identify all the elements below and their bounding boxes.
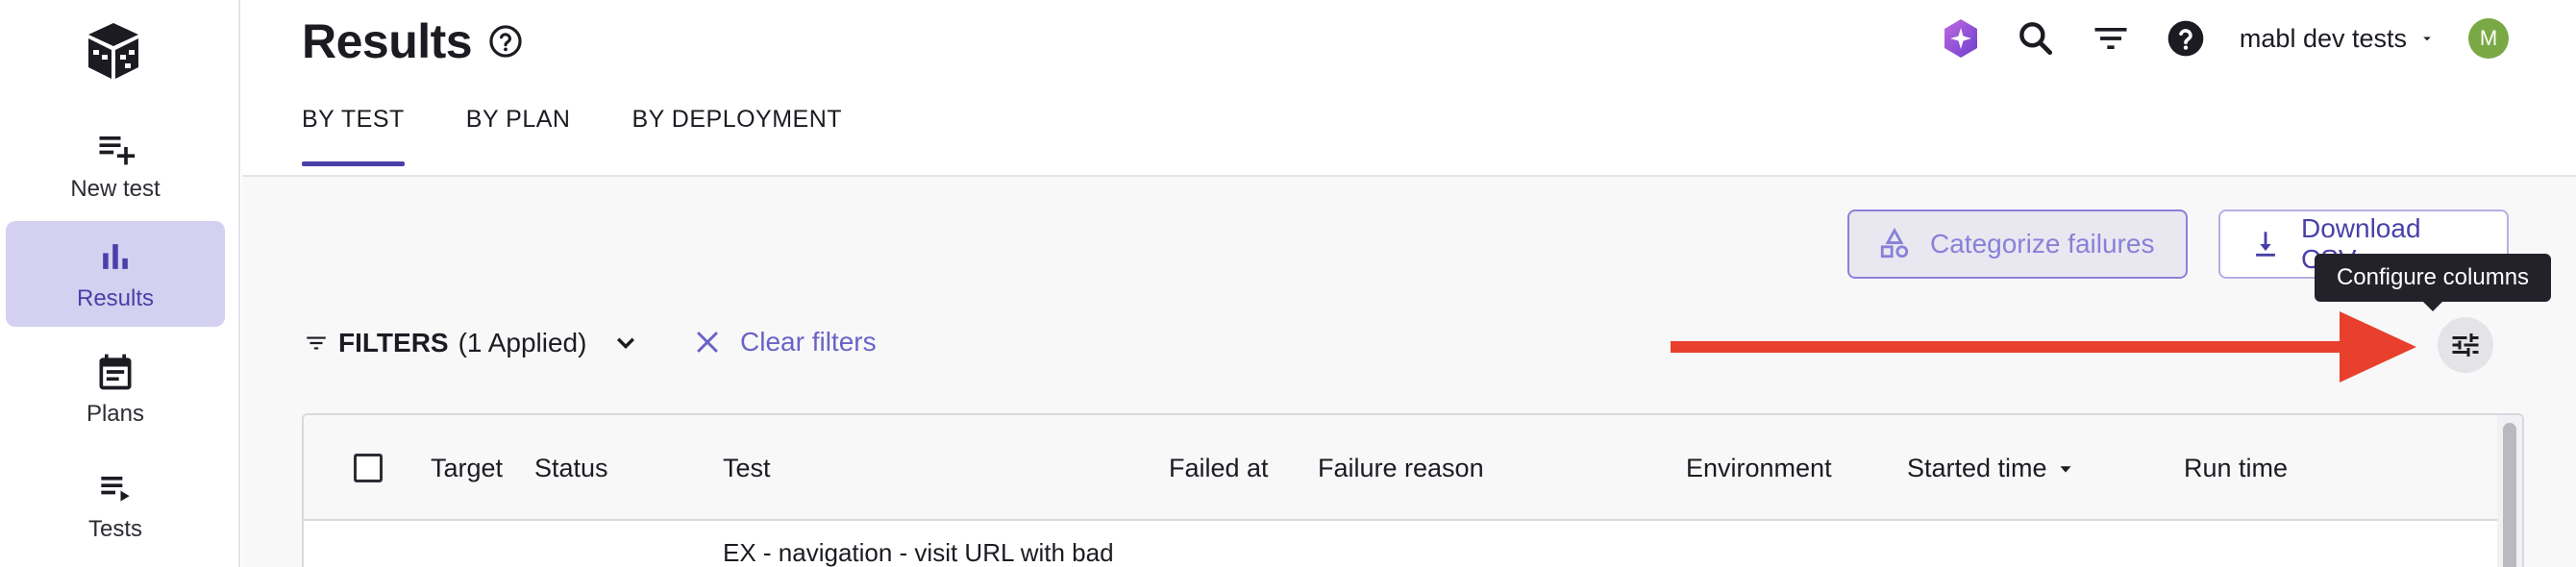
column-header-failed-at[interactable]: Failed at: [1169, 454, 1269, 483]
search-icon[interactable]: [2015, 17, 2057, 60]
filter-list-icon: [307, 336, 326, 350]
sort-arrow-down-icon: [2060, 465, 2071, 473]
filters-applied-count: (1 Applied): [458, 328, 587, 357]
scrollbar-thumb[interactable]: [2503, 423, 2516, 567]
column-header-started-time[interactable]: Started time: [1907, 454, 2076, 483]
select-all-checkbox[interactable]: [354, 454, 383, 482]
table-row-test-name[interactable]: EX - navigation - visit URL with bad: [723, 538, 1114, 567]
avatar[interactable]: M: [2468, 18, 2509, 59]
download-icon: [2256, 232, 2275, 257]
chevron-down-icon: [617, 337, 635, 349]
ai-assistant-icon[interactable]: [1940, 17, 1982, 60]
column-header-target[interactable]: Target: [431, 454, 503, 483]
clear-filters-label: Clear filters: [740, 327, 877, 357]
sidebar-item-label: Plans: [86, 401, 145, 427]
bar-chart-icon: [103, 244, 128, 269]
clear-filters-button[interactable]: Clear filters: [690, 325, 877, 359]
top-right-toolbar: mabl dev tests M: [1940, 13, 2509, 63]
sidebar-item-results[interactable]: Results: [6, 221, 225, 327]
workspace-name: mabl dev tests: [2239, 23, 2407, 53]
sidebar-item-label: New test: [70, 176, 161, 202]
page-title: Results: [302, 14, 473, 68]
arrow-drop-down-icon: [2423, 37, 2431, 41]
configure-columns-tooltip: Configure columns: [2315, 254, 2551, 311]
column-header-environment[interactable]: Environment: [1686, 454, 1832, 483]
column-header-failure-reason[interactable]: Failure reason: [1318, 454, 1484, 483]
results-table: Target Status Test Failed at Failure rea…: [302, 413, 2524, 567]
playlist-add-icon: [99, 136, 136, 165]
column-header-run-time[interactable]: Run time: [2184, 454, 2288, 483]
filter-list-icon[interactable]: [2090, 17, 2132, 60]
calendar-icon: [99, 354, 132, 390]
table-header: Target Status Test Failed at Failure rea…: [304, 415, 2497, 521]
mabl-logo-icon[interactable]: [85, 21, 142, 83]
page-header: Results: [302, 13, 524, 69]
sidebar-item-plans[interactable]: Plans: [6, 336, 225, 442]
help-icon[interactable]: [2165, 17, 2207, 60]
sidebar: New test Results Plans Tests: [0, 0, 240, 567]
workspace-selector[interactable]: mabl dev tests: [2240, 24, 2436, 54]
tune-icon: [2452, 333, 2479, 357]
tab-by-deployment[interactable]: BY DEPLOYMENT: [632, 106, 842, 166]
annotation-arrow: [1671, 311, 2416, 382]
tab-by-plan[interactable]: BY PLAN: [466, 106, 571, 166]
category-icon: [1880, 228, 1909, 259]
sidebar-item-tests[interactable]: Tests: [6, 452, 225, 557]
tab-by-test[interactable]: BY TEST: [302, 106, 405, 166]
sidebar-item-new-test[interactable]: New test: [6, 111, 225, 217]
help-outline-icon[interactable]: [487, 23, 524, 60]
column-header-test[interactable]: Test: [723, 454, 771, 483]
categorize-failures-button[interactable]: Categorize failures: [1847, 210, 2188, 279]
filters-label: FILTERS: [338, 328, 449, 357]
results-tabs: BY TEST BY PLAN BY DEPLOYMENT: [302, 106, 842, 166]
playlist-play-icon: [101, 477, 130, 502]
table-scrollbar[interactable]: [2497, 415, 2522, 567]
sidebar-item-label: Tests: [87, 516, 142, 542]
configure-columns-button[interactable]: [2438, 317, 2493, 373]
filters-toggle[interactable]: FILTERS (1 Applied): [304, 327, 642, 359]
sidebar-item-label: Results: [76, 285, 155, 311]
column-header-status[interactable]: Status: [534, 454, 608, 483]
categorize-failures-label: Categorize failures: [1930, 229, 2155, 259]
close-icon: [697, 332, 718, 353]
